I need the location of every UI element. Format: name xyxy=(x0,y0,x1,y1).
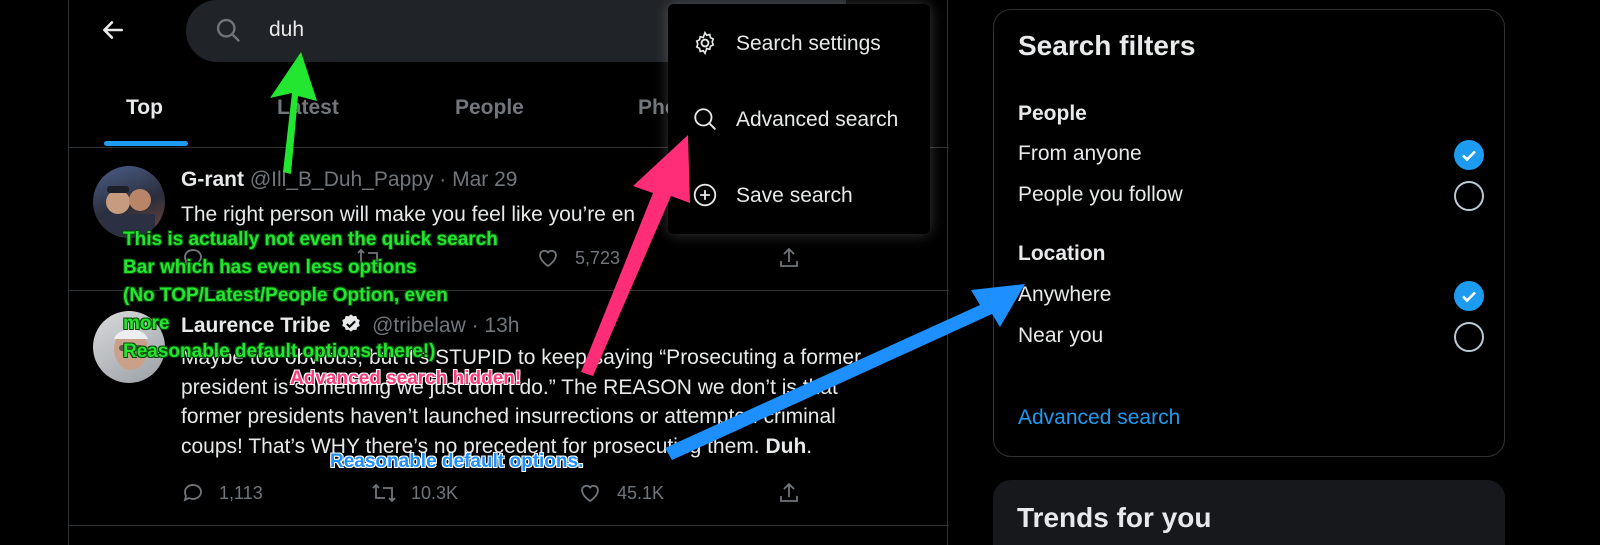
menu-item-label: Save search xyxy=(736,184,853,207)
menu-item-save-search[interactable]: Save search xyxy=(668,160,930,230)
tweet-author-name[interactable]: G-rant xyxy=(181,168,244,191)
tab-top[interactable]: Top xyxy=(126,96,163,120)
trends-panel: Trends for you xyxy=(993,480,1505,545)
like-count: 45.1K xyxy=(617,482,665,503)
tweet-header: G-rant @Ill_B_Duh_Pappy · Mar 29 xyxy=(181,168,517,192)
retweet-button[interactable]: 10.3K xyxy=(371,481,458,505)
search-options-menu: Search settings Advanced search Save sea… xyxy=(668,4,930,234)
annotation-blue: Reasonable default options. xyxy=(330,451,584,472)
tweet-text-bold: Duh xyxy=(765,434,807,458)
gear-icon xyxy=(695,30,715,56)
like-button[interactable]: 5,723 xyxy=(535,246,620,270)
filter-option-anywhere[interactable]: Anywhere xyxy=(1018,281,1484,311)
filter-option-label: People you follow xyxy=(1018,183,1183,206)
reply-button[interactable]: 1,113 xyxy=(181,481,263,505)
tab-people[interactable]: People xyxy=(455,96,524,120)
heart-icon xyxy=(539,249,557,268)
trends-title: Trends for you xyxy=(1017,502,1212,533)
share-icon xyxy=(780,482,798,502)
share-button[interactable] xyxy=(777,481,801,505)
filters-title: Search filters xyxy=(1018,30,1196,61)
radio-selected[interactable] xyxy=(1454,281,1484,311)
menu-item-advanced-search[interactable]: Advanced search xyxy=(668,84,930,154)
radio-unselected[interactable] xyxy=(1454,181,1484,211)
retweet-icon xyxy=(372,483,396,503)
tab-latest[interactable]: Latest xyxy=(277,96,339,120)
search-filters-panel: Search filters People From anyone People… xyxy=(993,9,1505,457)
tweet-actions: 1,113 10.3K 45.1K xyxy=(181,481,821,511)
share-icon xyxy=(780,247,798,267)
heart-icon xyxy=(581,484,599,503)
tweet-time[interactable]: · Mar 29 xyxy=(439,168,517,191)
tweet-text-line: former presidents haven’t launched insur… xyxy=(181,405,836,428)
reply-icon xyxy=(183,484,202,502)
checkmark-icon xyxy=(1462,150,1476,162)
arrow-left-icon xyxy=(103,21,123,39)
active-tab-indicator xyxy=(104,141,188,146)
menu-item-label: Search settings xyxy=(736,32,881,55)
like-count: 5,723 xyxy=(575,247,621,268)
back-button[interactable] xyxy=(95,12,131,48)
reply-count: 1,113 xyxy=(219,482,263,503)
annotation-pink: Advanced search hidden! xyxy=(290,368,522,389)
search-icon xyxy=(216,18,240,42)
advanced-search-link[interactable]: Advanced search xyxy=(1018,406,1180,430)
search-icon xyxy=(694,108,716,130)
annotation-green: This is actually not even the quick sear… xyxy=(123,229,498,362)
tweet-handle[interactable]: @Ill_B_Duh_Pappy xyxy=(250,168,434,191)
filter-option-people-you-follow[interactable]: People you follow xyxy=(1018,181,1484,211)
share-button[interactable] xyxy=(777,246,801,270)
checkmark-icon xyxy=(1462,291,1476,303)
filter-option-near-you[interactable]: Near you xyxy=(1018,322,1484,352)
retweet-count: 10.3K xyxy=(411,482,459,503)
plus-circle-icon xyxy=(693,183,717,207)
people-heading: People xyxy=(1018,102,1087,125)
filter-option-from-anyone[interactable]: From anyone xyxy=(1018,140,1484,170)
location-heading: Location xyxy=(1018,242,1106,265)
search-query[interactable]: duh xyxy=(269,18,304,42)
filter-option-label: Near you xyxy=(1018,324,1104,347)
filter-option-label: Anywhere xyxy=(1018,283,1112,306)
radio-selected[interactable] xyxy=(1454,140,1484,170)
menu-item-label: Advanced search xyxy=(736,108,899,131)
like-button[interactable]: 45.1K xyxy=(577,481,664,505)
radio-unselected[interactable] xyxy=(1454,322,1484,352)
menu-item-search-settings[interactable]: Search settings xyxy=(668,8,930,78)
filter-option-label: From anyone xyxy=(1018,142,1142,165)
